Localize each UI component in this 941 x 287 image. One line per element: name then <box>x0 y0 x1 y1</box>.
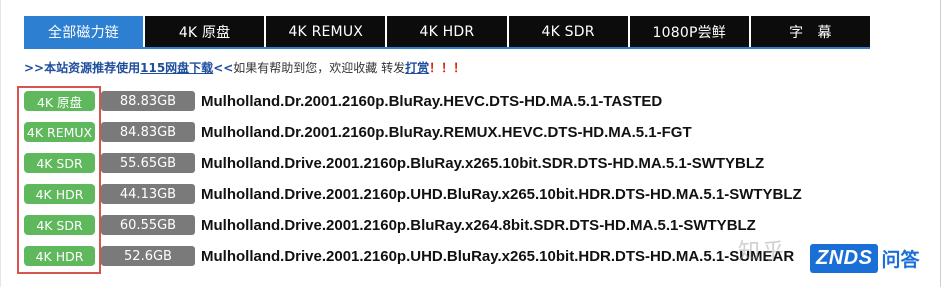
magnet-link[interactable]: Mulholland.Dr.2001.2160p.BluRay.HEVC.DTS… <box>201 93 662 110</box>
znds-logo-cn: 问答 <box>881 248 920 271</box>
tab-all-magnet[interactable]: 全部磁力链 <box>24 16 143 47</box>
notice-message: 如果有帮助到您，欢迎收藏 转发 <box>233 61 406 75</box>
size-label: 55.65GB <box>101 153 195 173</box>
size-label: 60.55GB <box>101 215 195 235</box>
quality-badge[interactable]: 4K HDR <box>24 184 95 204</box>
magnet-link[interactable]: Mulholland.Drive.2001.2160p.BluRay.x264.… <box>201 217 756 234</box>
magnet-link[interactable]: Mulholland.Drive.2001.2160p.UHD.BluRay.x… <box>201 248 794 265</box>
size-label: 52.6GB <box>101 246 195 266</box>
resource-row: 4K SDR 55.65GB Mulholland.Drive.2001.216… <box>24 152 764 174</box>
notice-exclaim: ！！！ <box>429 61 466 75</box>
resource-row: 4K 原盘 88.83GB Mulholland.Dr.2001.2160p.B… <box>24 90 662 112</box>
tab-4k-original[interactable]: 4K 原盘 <box>145 16 265 47</box>
tab-4k-hdr[interactable]: 4K HDR <box>387 16 507 47</box>
znds-watermark: ZNDS 问答 <box>810 236 932 280</box>
tab-4k-remux[interactable]: 4K REMUX <box>266 16 386 47</box>
quality-badge[interactable]: 4K HDR <box>24 246 95 266</box>
notice-line: >>本站资源推荐使用 115网盘下载 << 如果有帮助到您，欢迎收藏 转发 打赏… <box>24 59 465 76</box>
notice-tip-link[interactable]: 打赏 <box>405 59 429 76</box>
znds-logo: ZNDS <box>810 243 879 273</box>
notice-115-link[interactable]: 115网盘下载 <box>140 59 213 76</box>
size-label: 84.83GB <box>101 122 195 142</box>
notice-prefix: >>本站资源推荐使用 <box>24 61 141 75</box>
tab-subtitles[interactable]: 字 幕 <box>750 16 871 47</box>
notice-suffix: << <box>213 60 234 75</box>
quality-badge[interactable]: 4K REMUX <box>24 122 95 142</box>
tab-underline <box>24 47 870 49</box>
resource-row: 4K REMUX 84.83GB Mulholland.Dr.2001.2160… <box>24 121 692 143</box>
tab-1080p-preview[interactable]: 1080P尝鲜 <box>629 16 749 47</box>
category-tab-bar: 全部磁力链 4K 原盘 4K REMUX 4K HDR 4K SDR 1080P… <box>24 16 871 47</box>
size-label: 44.13GB <box>101 184 195 204</box>
zhihu-watermark: 知乎 <box>738 240 787 265</box>
resource-row: 4K HDR 44.13GB Mulholland.Drive.2001.216… <box>24 183 802 205</box>
size-label: 88.83GB <box>101 91 195 111</box>
quality-badge[interactable]: 4K SDR <box>24 153 95 173</box>
magnet-link[interactable]: Mulholland.Dr.2001.2160p.BluRay.REMUX.HE… <box>201 124 692 141</box>
tab-4k-sdr[interactable]: 4K SDR <box>508 16 628 47</box>
magnet-link[interactable]: Mulholland.Drive.2001.2160p.UHD.BluRay.x… <box>201 186 802 203</box>
resource-row: 4K SDR 60.55GB Mulholland.Drive.2001.216… <box>24 214 756 236</box>
quality-badge[interactable]: 4K SDR <box>24 215 95 235</box>
resource-row: 4K HDR 52.6GB Mulholland.Drive.2001.2160… <box>24 245 794 267</box>
magnet-link[interactable]: Mulholland.Drive.2001.2160p.BluRay.x265.… <box>201 155 764 172</box>
quality-badge[interactable]: 4K 原盘 <box>24 91 95 111</box>
